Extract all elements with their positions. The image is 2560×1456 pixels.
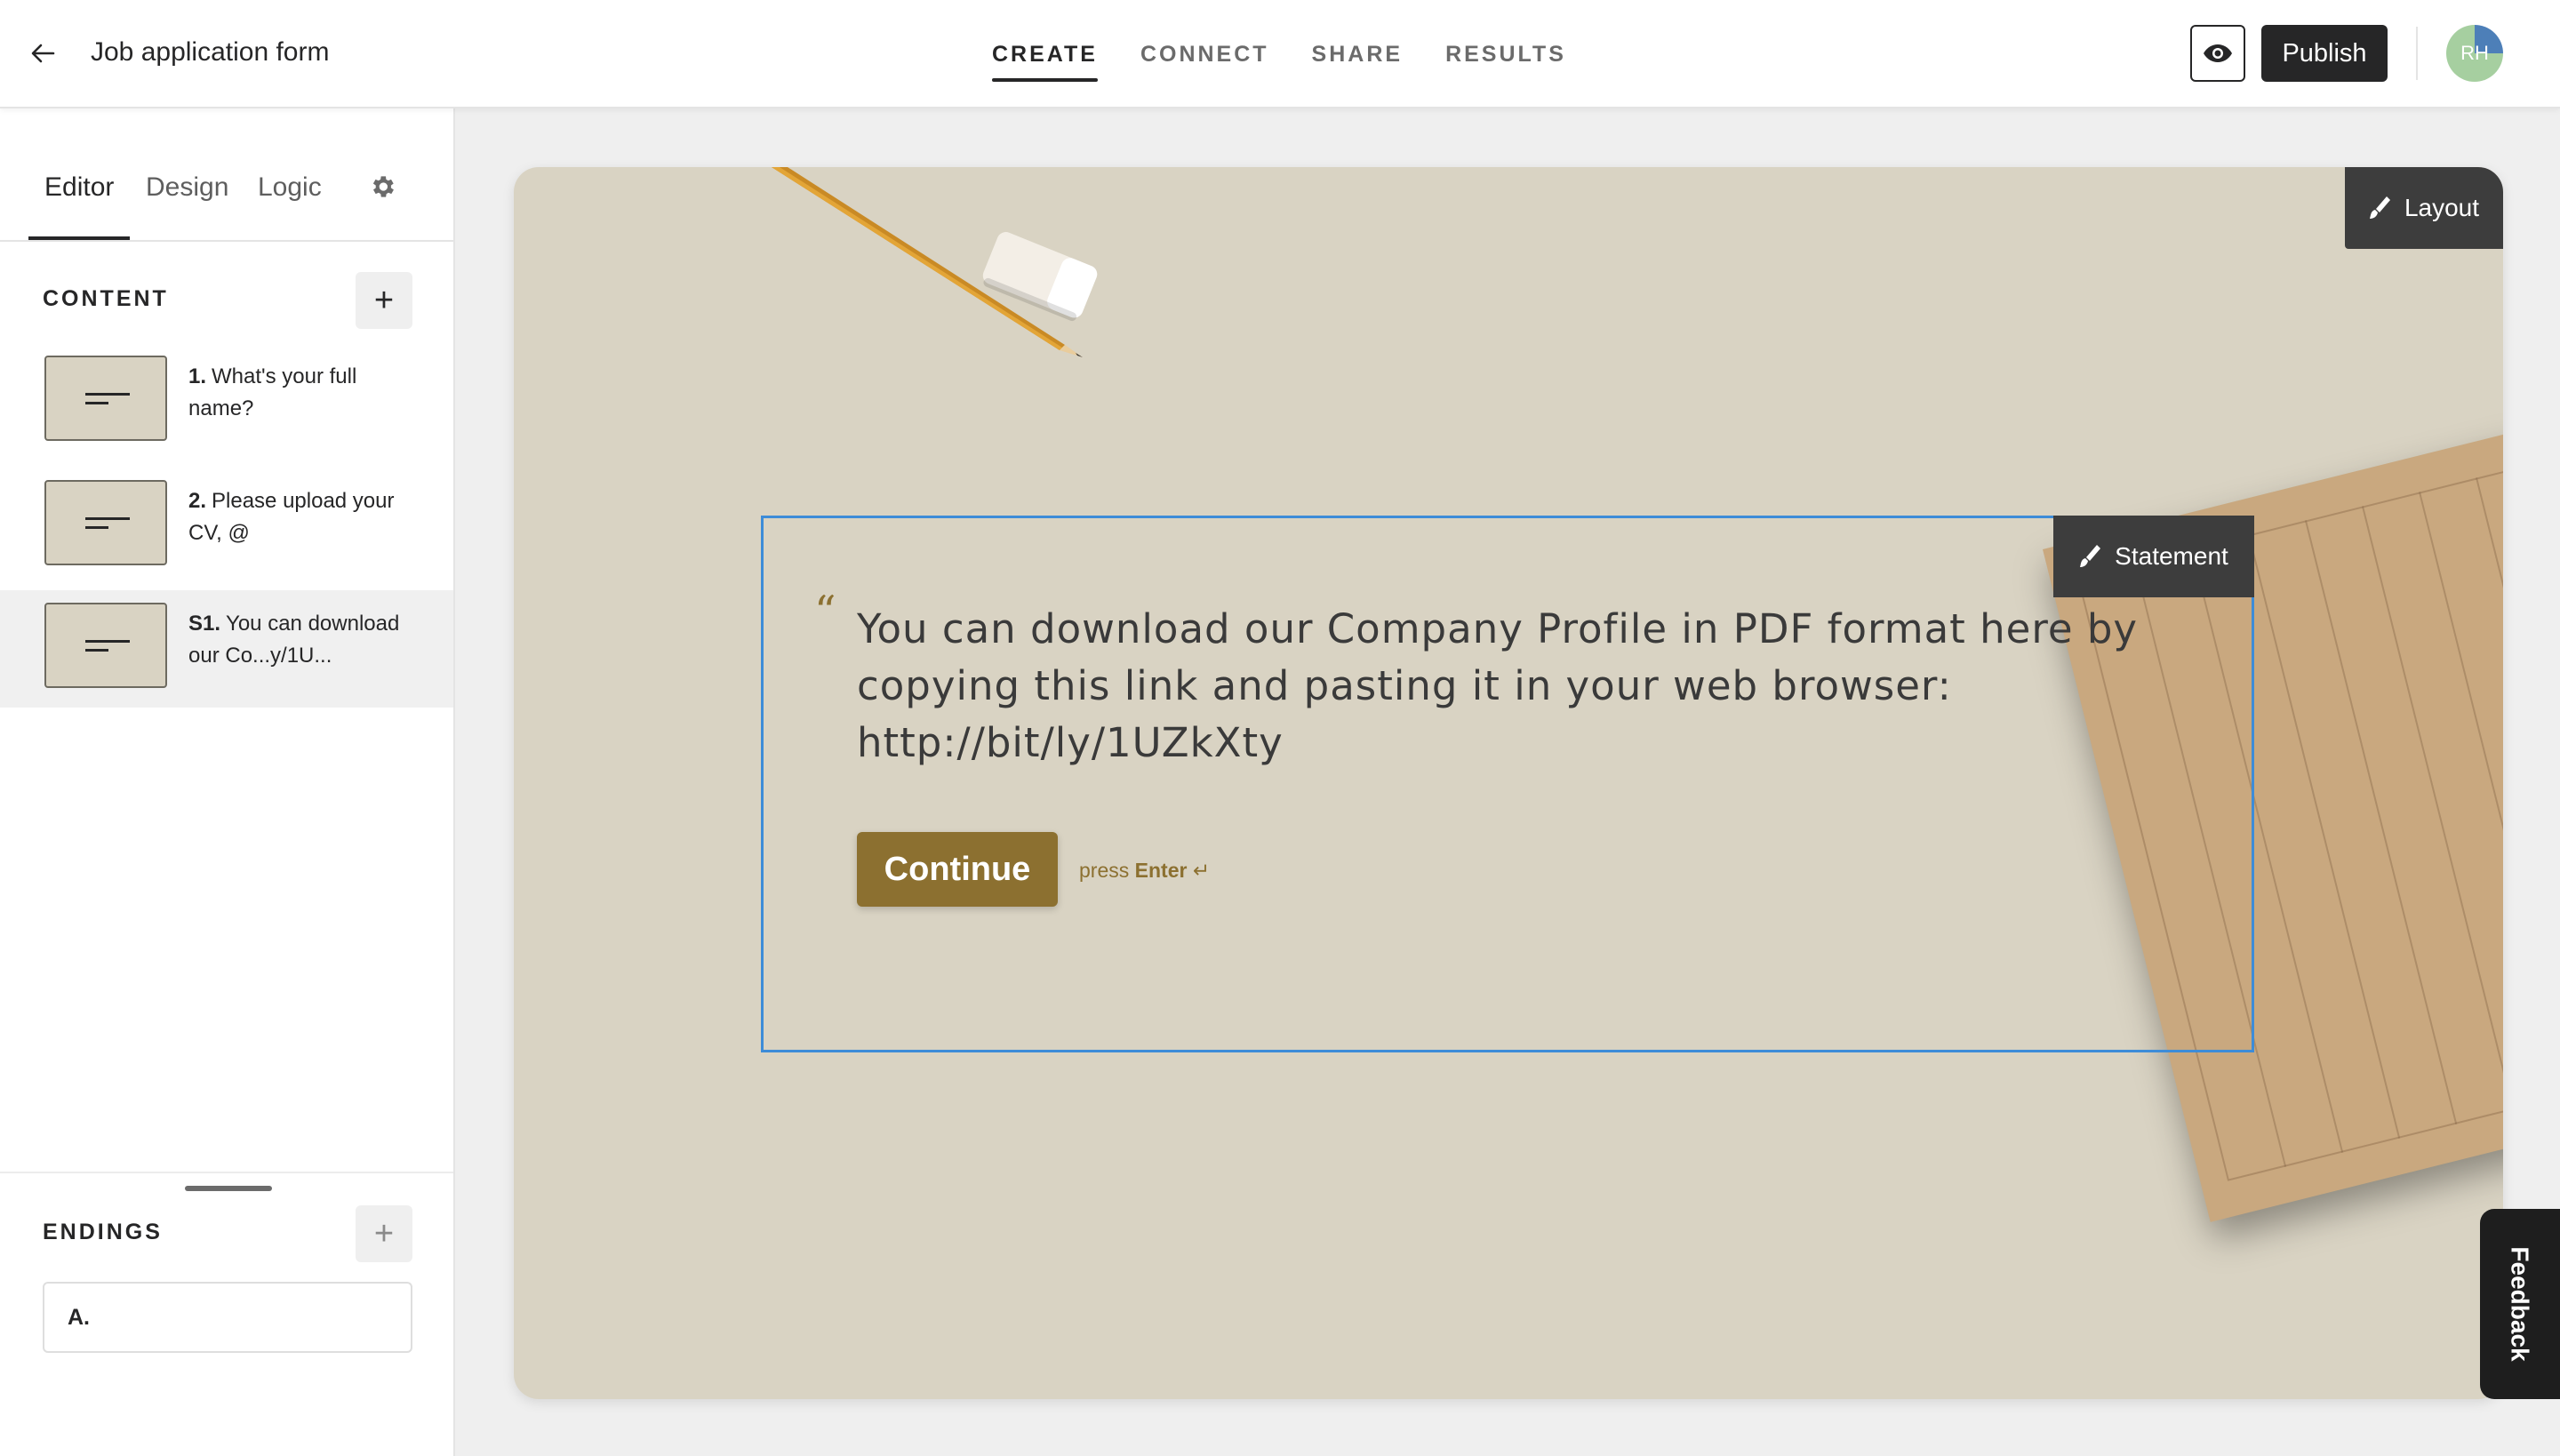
statement-block[interactable] (761, 516, 2254, 1052)
statement-tag[interactable]: Statement (2053, 516, 2254, 597)
publish-button[interactable]: Publish (2261, 25, 2388, 82)
content-heading: CONTENT (43, 286, 169, 311)
add-content-button[interactable]: + (356, 272, 412, 329)
tab-logic[interactable]: Logic (258, 172, 322, 203)
sidebar: Editor Design Logic CONTENT + 1. What's y… (0, 108, 455, 1456)
top-bar: Job application form CREATE CONNECT SHAR… (0, 0, 2560, 108)
endings-heading: ENDINGS (43, 1220, 163, 1244)
nav-share[interactable]: SHARE (1312, 0, 1404, 108)
back-arrow-icon[interactable] (25, 36, 60, 71)
continue-button[interactable]: Continue (857, 832, 1058, 907)
active-tab-indicator (28, 236, 130, 240)
feedback-tab[interactable]: Feedback (2480, 1209, 2560, 1399)
resize-handle[interactable] (185, 1186, 272, 1191)
brush-icon (2369, 196, 2390, 219)
main-nav: CREATE CONNECT SHARE RESULTS (992, 0, 1566, 108)
statement-text[interactable]: You can download our Company Profile in … (857, 601, 2155, 772)
endings-divider (0, 1172, 453, 1173)
ending-item[interactable]: A. (43, 1282, 412, 1353)
sidebar-tabs: Editor Design Logic (0, 108, 453, 242)
statement-tag-label: Statement (2115, 542, 2228, 570)
tab-design[interactable]: Design (146, 172, 228, 203)
nav-connect[interactable]: CONNECT (1140, 0, 1269, 108)
statement-thumb-icon (44, 356, 167, 441)
nav-create[interactable]: CREATE (992, 0, 1098, 108)
add-ending-button[interactable]: + (356, 1205, 412, 1262)
statement-thumb-icon (44, 480, 167, 565)
content-item-2[interactable]: 2. Please upload your CV, @ (0, 468, 453, 585)
content-item-s1[interactable]: S1. You can download our Co...y/1U... (0, 590, 453, 708)
form-title[interactable]: Job application form (91, 37, 329, 68)
pencil-image (772, 167, 1098, 357)
layout-button[interactable]: Layout (2345, 167, 2503, 249)
quote-icon: “ (814, 587, 836, 636)
eye-icon (2204, 44, 2232, 62)
content-item-label: S1. You can download our Co...y/1U... (188, 612, 400, 668)
header-divider (2416, 27, 2418, 80)
press-enter-hint: press Enter ↵ (1079, 859, 1211, 882)
gear-icon[interactable] (364, 169, 400, 204)
feedback-label: Feedback (2507, 1246, 2535, 1362)
content-item-label: 2. Please upload your CV, @ (188, 489, 395, 545)
statement-thumb-icon (44, 603, 167, 688)
tab-editor[interactable]: Editor (44, 172, 114, 203)
content-item-label: 1. What's your full name? (188, 364, 357, 420)
enter-key-icon: ↵ (1192, 859, 1211, 882)
preview-button[interactable] (2190, 25, 2245, 82)
brush-icon (2080, 545, 2101, 567)
content-item-1[interactable]: 1. What's your full name? (0, 343, 453, 460)
nav-results[interactable]: RESULTS (1445, 0, 1566, 108)
layout-label: Layout (2404, 194, 2480, 221)
avatar[interactable]: RH (2446, 25, 2503, 82)
